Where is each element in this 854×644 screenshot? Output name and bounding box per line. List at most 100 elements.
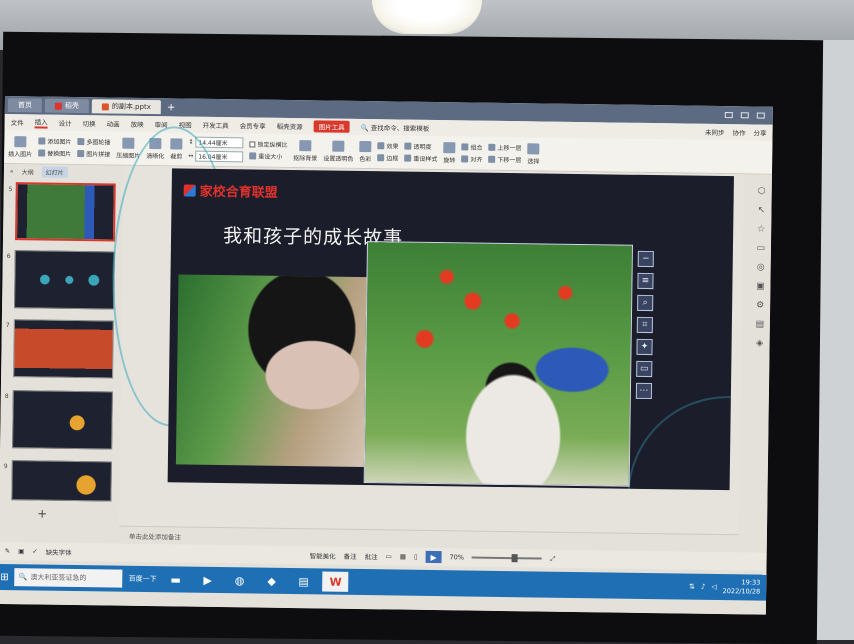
- menu-file[interactable]: 文件: [11, 117, 24, 127]
- file-explorer-icon[interactable]: ▬: [163, 569, 189, 589]
- reading-view-icon[interactable]: ▯: [414, 553, 418, 561]
- media-player-icon[interactable]: ▶: [195, 570, 221, 590]
- sorter-view-icon[interactable]: ▦: [400, 553, 406, 561]
- command-search[interactable]: 🔍 查找命令、搜索模板: [361, 122, 430, 133]
- menu-insert[interactable]: 插入: [34, 116, 48, 129]
- select-button[interactable]: 选择: [527, 142, 540, 165]
- spell-icon[interactable]: ✓: [32, 547, 38, 555]
- picture-stitch-button[interactable]: 图片拼接: [77, 149, 110, 158]
- text-icon[interactable]: ▣: [756, 282, 765, 292]
- menu-picture-tools[interactable]: 图片工具: [313, 120, 350, 133]
- notes-toggle[interactable]: 备注: [344, 551, 357, 561]
- wps-icon[interactable]: W: [322, 571, 349, 592]
- zoom-level[interactable]: 70%: [450, 553, 465, 561]
- share-button[interactable]: 分享: [753, 127, 766, 137]
- effects-button[interactable]: 效果: [377, 141, 399, 150]
- reset-size-button[interactable]: 重设大小: [249, 151, 287, 161]
- comments-toggle[interactable]: 批注: [365, 551, 378, 561]
- tab-outline[interactable]: 大纲: [22, 167, 34, 176]
- missing-font-status[interactable]: 缺失字体: [46, 547, 72, 557]
- chat-icon[interactable]: ▭: [636, 360, 653, 378]
- clock[interactable]: 19:33 2022/10/28: [723, 578, 761, 597]
- cube-icon[interactable]: ◈: [756, 339, 763, 349]
- menu-transition[interactable]: 切换: [83, 118, 96, 128]
- minimize-button[interactable]: [724, 112, 733, 119]
- collaborate-button[interactable]: 协作: [732, 127, 745, 137]
- tab-daoke[interactable]: 稻壳: [44, 98, 89, 114]
- reset-size-label: 重设大小: [258, 153, 283, 161]
- zoom-slider[interactable]: [471, 554, 543, 563]
- tab-home[interactable]: 首页: [7, 98, 42, 113]
- layers-icon[interactable]: ≡: [637, 272, 654, 290]
- slide-canvas[interactable]: 家校合育联盟 我和孩子的成长故事 − ≡ ⌕ ⌗ ✦ ▭ ⋯: [167, 168, 734, 491]
- start-button[interactable]: ⊞: [0, 571, 9, 582]
- floating-picture-toolbar: − ≡ ⌕ ⌗ ✦ ▭ ⋯: [635, 250, 656, 400]
- taskbar-search[interactable]: 🔍 澳大利亚签证急的: [14, 568, 123, 588]
- camera-icon[interactable]: ◎: [757, 263, 765, 273]
- rotate-button[interactable]: 旋转: [443, 141, 456, 164]
- lightbulb-icon[interactable]: ✦: [636, 338, 653, 356]
- menu-design[interactable]: 设计: [59, 118, 72, 128]
- slide-thumbnail[interactable]: 6: [7, 250, 115, 310]
- group-button[interactable]: 组合: [461, 142, 483, 152]
- network-icon[interactable]: ⇅: [689, 583, 695, 591]
- minus-icon[interactable]: −: [637, 250, 654, 268]
- selected-photo-garden[interactable]: [363, 241, 633, 487]
- menu-member[interactable]: 会员专享: [240, 120, 266, 130]
- star-icon[interactable]: ☆: [757, 225, 765, 235]
- window-icon[interactable]: ▭: [757, 244, 766, 254]
- slide-thumbnail[interactable]: 7: [6, 319, 114, 379]
- color-button[interactable]: 色彩: [359, 140, 372, 163]
- shapes-icon[interactable]: ⬡: [758, 187, 766, 197]
- book-icon[interactable]: ▤: [756, 320, 765, 330]
- microphone-icon[interactable]: ♪: [701, 583, 706, 591]
- menu-resources[interactable]: 稻壳资源: [277, 121, 303, 131]
- border-button[interactable]: 边框: [377, 153, 398, 162]
- tab-document[interactable]: 的副本.pptx: [91, 99, 161, 115]
- cursor-icon[interactable]: ↖: [758, 206, 766, 216]
- new-tab-icon[interactable]: +: [167, 102, 176, 113]
- slide-thumbnail[interactable]: 9: [4, 460, 112, 502]
- bring-forward-button[interactable]: 上移一层: [488, 143, 522, 152]
- fit-window-icon[interactable]: ⤢: [550, 554, 555, 563]
- menu-slideshow[interactable]: 放映: [131, 119, 144, 129]
- align-button[interactable]: 对齐: [461, 154, 483, 164]
- more-icon[interactable]: ⋯: [635, 382, 653, 400]
- crop-icon[interactable]: ⌗: [636, 316, 653, 334]
- send-backward-button[interactable]: 下移一层: [488, 155, 521, 164]
- settings-icon[interactable]: ⚙: [756, 301, 764, 311]
- edge-browser-icon[interactable]: ◍: [227, 570, 253, 590]
- edit-icon[interactable]: ✎: [5, 547, 11, 555]
- set-transparent-button[interactable]: 设置透明色: [323, 140, 353, 162]
- sync-status[interactable]: 未同步: [705, 127, 725, 137]
- multi-picture-button[interactable]: 多图轮播: [77, 137, 110, 146]
- baidu-button[interactable]: 百度一下: [129, 574, 157, 584]
- zoom-icon[interactable]: ⌕: [637, 294, 654, 312]
- slide-thumbnail[interactable]: 8: [5, 390, 113, 450]
- insert-picture-button[interactable]: 插入图片: [8, 135, 32, 158]
- transparency-button[interactable]: 透明度: [404, 142, 437, 151]
- add-slide-icon[interactable]: +: [37, 506, 47, 520]
- reset-style-button[interactable]: 重设样式: [404, 154, 437, 163]
- girl-portrait-photo[interactable]: [175, 274, 367, 468]
- volume-icon[interactable]: ◁: [711, 583, 717, 591]
- remove-background-button[interactable]: 抠除背景: [293, 139, 317, 162]
- play-slideshow-button[interactable]: ▶: [425, 550, 442, 564]
- close-button[interactable]: [756, 112, 765, 119]
- app-icon[interactable]: ◆: [259, 571, 285, 591]
- tab-slides[interactable]: 幻灯片: [41, 166, 68, 178]
- menu-animation[interactable]: 动画: [107, 118, 120, 128]
- menu-developer[interactable]: 开发工具: [203, 120, 229, 130]
- photos-icon[interactable]: ▤: [291, 571, 317, 591]
- normal-view-icon[interactable]: ▭: [386, 552, 392, 560]
- maximize-button[interactable]: [740, 112, 749, 119]
- lock-ratio-checkbox[interactable]: 锁定纵横比: [249, 139, 288, 149]
- slide-thumbnail[interactable]: 5: [9, 182, 116, 242]
- add-picture-button[interactable]: 添加图片: [38, 136, 71, 146]
- image-icon[interactable]: ▣: [18, 547, 24, 555]
- collapse-panel-icon[interactable]: «: [10, 168, 14, 175]
- align-label: 对齐: [470, 156, 483, 164]
- zoom-slider-thumb[interactable]: [511, 554, 519, 563]
- smart-beautify-button[interactable]: 智能美化: [310, 550, 336, 560]
- change-picture-button[interactable]: 替换图片: [38, 148, 71, 158]
